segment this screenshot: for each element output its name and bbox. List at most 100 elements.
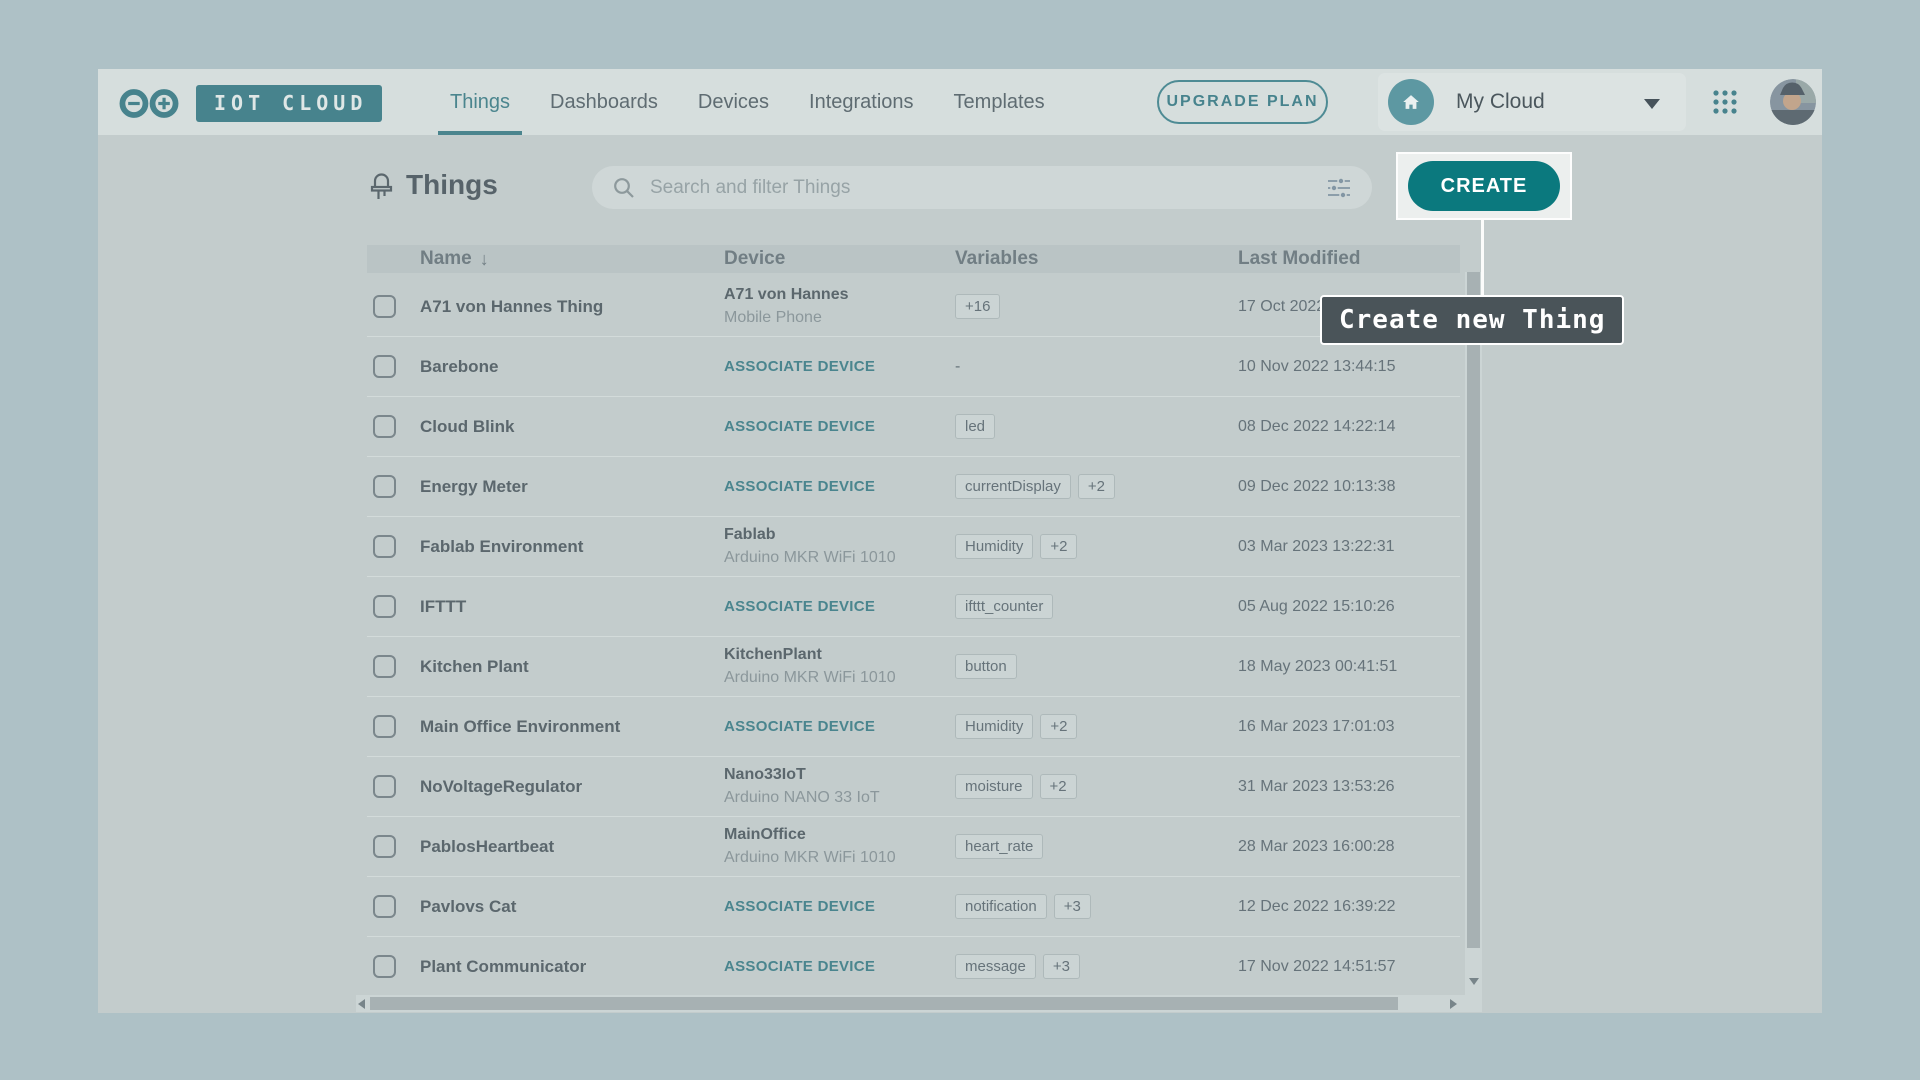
tab-templates[interactable]: Templates (954, 69, 1045, 135)
app-window: IOT CLOUD Things Dashboards Devices Integra… (98, 69, 1822, 1013)
variable-chip: Humidity (955, 534, 1033, 559)
search-input[interactable] (650, 177, 1326, 199)
no-variables-dash: - (955, 358, 960, 376)
tab-dashboards[interactable]: Dashboards (550, 69, 658, 135)
variable-chip: heart_rate (955, 834, 1043, 859)
table-header: Name ↓ Device Variables Last Modified (367, 245, 1460, 273)
search-bar[interactable] (592, 166, 1372, 209)
last-modified: 31 Mar 2023 13:53:26 (1238, 778, 1395, 795)
column-last-modified[interactable]: Last Modified (1238, 248, 1460, 270)
thing-name: A71 von Hannes Thing (420, 297, 603, 316)
variable-chip: message (955, 954, 1036, 979)
nav-tabs: Things Dashboards Devices Integrations Templ… (450, 69, 1045, 135)
thing-name: Main Office Environment (420, 717, 620, 736)
row-checkbox[interactable] (373, 295, 396, 318)
scroll-left-icon[interactable] (358, 999, 365, 1009)
device-name: Nano33IoT (724, 765, 955, 785)
brand: IOT CLOUD (118, 85, 382, 122)
thing-name: Cloud Blink (420, 417, 514, 436)
associate-device-link[interactable]: ASSOCIATE DEVICE (724, 478, 875, 495)
associate-device-link[interactable]: ASSOCIATE DEVICE (724, 898, 875, 915)
row-checkbox[interactable] (373, 355, 396, 378)
device-name: MainOffice (724, 825, 955, 845)
variable-chip: moisture (955, 774, 1033, 799)
tab-things[interactable]: Things (450, 69, 510, 135)
variable-chip: +3 (1043, 954, 1080, 979)
table-row[interactable]: IFTTTASSOCIATE DEVICEifttt_counter05 Aug… (367, 577, 1460, 637)
things-table: Name ↓ Device Variables Last Modified A7… (367, 245, 1460, 997)
horizontal-scrollbar-thumb[interactable] (370, 997, 1398, 1010)
row-checkbox[interactable] (373, 955, 396, 978)
row-checkbox[interactable] (373, 835, 396, 858)
row-checkbox[interactable] (373, 715, 396, 738)
variable-chip: +2 (1040, 774, 1077, 799)
create-highlight-box: CREATE (1396, 152, 1572, 220)
page-title: Things (406, 169, 498, 201)
last-modified: 16 Mar 2023 17:01:03 (1238, 718, 1395, 735)
scroll-down-icon[interactable] (1469, 978, 1479, 985)
home-icon (1388, 79, 1434, 125)
device-name: Fablab (724, 525, 955, 545)
last-modified: 17 Nov 2022 14:51:57 (1238, 958, 1395, 975)
scroll-right-icon[interactable] (1450, 999, 1457, 1009)
associate-device-link[interactable]: ASSOCIATE DEVICE (724, 958, 875, 975)
row-checkbox[interactable] (373, 895, 396, 918)
row-checkbox[interactable] (373, 655, 396, 678)
table-row[interactable]: Main Office Environment ASSOCIATE DEVICE H… (367, 697, 1460, 757)
last-modified: 12 Dec 2022 16:39:22 (1238, 898, 1395, 915)
row-checkbox[interactable] (373, 595, 396, 618)
search-icon (612, 176, 636, 200)
upgrade-plan-button[interactable]: UPGRADE PLAN (1157, 80, 1328, 124)
create-button[interactable]: CREATE (1408, 161, 1560, 211)
cloud-selector-label: My Cloud (1456, 90, 1545, 114)
app-grid-icon[interactable] (1712, 89, 1738, 120)
variable-chip: +2 (1040, 714, 1077, 739)
thing-led-icon (368, 170, 395, 208)
associate-device-link[interactable]: ASSOCIATE DEVICE (724, 418, 875, 435)
table-row[interactable]: Barebone ASSOCIATE DEVICE - 10 Nov 2022 13:… (367, 337, 1460, 397)
device-name: KitchenPlant (724, 645, 955, 665)
cloud-selector[interactable]: My Cloud (1378, 73, 1686, 131)
table-row[interactable]: Plant CommunicatorASSOCIATE DEVICEmessag… (367, 937, 1460, 997)
variable-chip: button (955, 654, 1017, 679)
table-row[interactable]: PablosHeartbeatMainOfficeArduino MKR WiF… (367, 817, 1460, 877)
row-checkbox[interactable] (373, 415, 396, 438)
last-modified: 10 Nov 2022 13:44:15 (1238, 358, 1395, 375)
device-type: Mobile Phone (724, 308, 955, 328)
column-name[interactable]: Name ↓ (420, 248, 724, 270)
row-checkbox[interactable] (373, 475, 396, 498)
associate-device-link[interactable]: ASSOCIATE DEVICE (724, 358, 875, 375)
device-type: Arduino NANO 33 IoT (724, 788, 955, 808)
row-checkbox[interactable] (373, 775, 396, 798)
device-name: A71 von Hannes (724, 285, 955, 305)
vertical-scrollbar-thumb[interactable] (1467, 272, 1480, 948)
filter-icon[interactable] (1326, 177, 1352, 199)
table-row[interactable]: Energy MeterASSOCIATE DEVICEcurrentDispl… (367, 457, 1460, 517)
table-row[interactable]: Cloud BlinkASSOCIATE DEVICEled08 Dec 202… (367, 397, 1460, 457)
associate-device-link[interactable]: ASSOCIATE DEVICE (724, 598, 875, 615)
thing-name: Pavlovs Cat (420, 897, 516, 916)
thing-name: Barebone (420, 357, 498, 376)
table-row[interactable]: Pavlovs CatASSOCIATE DEVICEnotification+… (367, 877, 1460, 937)
tab-devices[interactable]: Devices (698, 69, 769, 135)
brand-badge: IOT CLOUD (196, 85, 382, 122)
thing-name: NoVoltageRegulator (420, 777, 582, 796)
table-row[interactable]: NoVoltageRegulator Nano33IoT Arduino NANO … (367, 757, 1460, 817)
user-avatar[interactable] (1770, 79, 1816, 125)
thing-name: Fablab Environment (420, 537, 583, 556)
vertical-scrollbar[interactable] (1465, 272, 1482, 1012)
table-row[interactable]: A71 von Hannes Thing A71 von Hannes Mobile… (367, 277, 1460, 337)
create-tooltip: Create new Thing (1320, 295, 1624, 345)
variable-chip: +2 (1078, 474, 1115, 499)
variable-chip: currentDisplay (955, 474, 1071, 499)
tab-integrations[interactable]: Integrations (809, 69, 914, 135)
table-row[interactable]: Kitchen PlantKitchenPlantArduino MKR WiF… (367, 637, 1460, 697)
chevron-down-icon (1644, 99, 1660, 109)
column-device[interactable]: Device (724, 248, 955, 270)
horizontal-scrollbar[interactable] (356, 995, 1465, 1012)
associate-device-link[interactable]: ASSOCIATE DEVICE (724, 718, 875, 735)
column-variables[interactable]: Variables (955, 248, 1238, 270)
variable-chip: Humidity (955, 714, 1033, 739)
table-row[interactable]: Fablab EnvironmentFablabArduino MKR WiFi… (367, 517, 1460, 577)
row-checkbox[interactable] (373, 535, 396, 558)
